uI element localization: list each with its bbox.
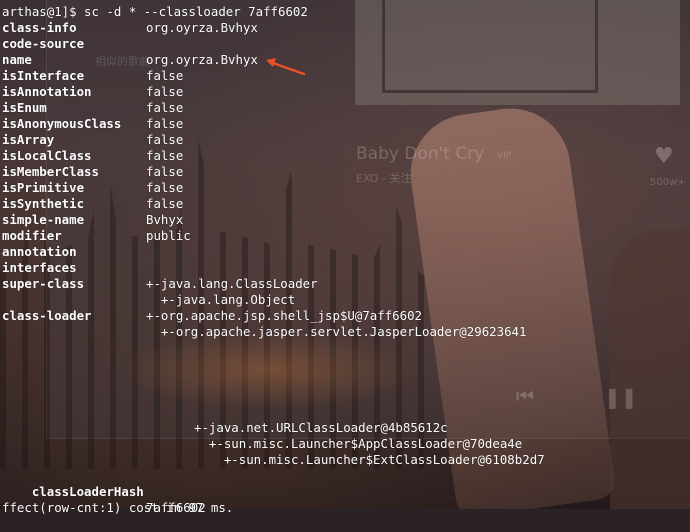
detail-row: class-loader +-org.apache.jsp.shell_jsp$U…	[2, 308, 422, 324]
detail-row: isLocalClass false	[2, 148, 183, 164]
detail-key: isSynthetic	[2, 196, 85, 211]
detail-value: false	[146, 84, 184, 99]
detail-key: isArray	[2, 132, 55, 147]
result-footer: ffect(row-cnt:1) cost in 97 ms.	[2, 500, 234, 515]
detail-key: class-info	[2, 20, 77, 35]
detail-row: code-source	[2, 36, 84, 52]
detail-key: super-class	[2, 276, 85, 291]
command-line: arthas@1]$ sc -d * --classloader 7aff660…	[2, 4, 308, 19]
detail-value: false	[146, 68, 184, 83]
classloader-hash-row: classLoaderHash 7aff6602	[2, 468, 206, 515]
detail-key: isLocalClass	[2, 148, 92, 163]
detail-key: isEnum	[2, 100, 47, 115]
detail-row: name org.oyrza.Bvhyx	[2, 52, 258, 68]
detail-value: +-org.apache.jsp.shell_jsp$U@7aff6602	[146, 308, 423, 323]
detail-value: false	[146, 116, 184, 131]
detail-value: +-java.lang.ClassLoader	[146, 276, 318, 291]
detail-row: modifier public	[2, 228, 191, 244]
detail-row: class-info org.oyrza.Bvhyx	[2, 20, 258, 36]
detail-row: isInterface false	[2, 68, 183, 84]
loader-chain-line: +-sun.misc.Launcher$AppClassLoader@70dea…	[194, 436, 523, 451]
detail-key: modifier	[2, 228, 62, 243]
loader-chain-line: +-java.net.URLClassLoader@4b85612c	[194, 420, 448, 435]
detail-value: false	[146, 132, 184, 147]
detail-row: annotation	[2, 244, 77, 260]
detail-key: isInterface	[2, 68, 85, 83]
detail-value: org.oyrza.Bvhyx	[146, 20, 258, 35]
detail-row: interfaces	[2, 260, 77, 276]
detail-row: isSynthetic false	[2, 196, 183, 212]
detail-value: org.oyrza.Bvhyx	[146, 52, 258, 67]
terminal-output[interactable]: arthas@1]$ sc -d * --classloader 7aff660…	[0, 0, 690, 515]
detail-key: simple-name	[2, 212, 85, 227]
detail-row: super-class +-java.lang.ClassLoader	[2, 276, 318, 292]
detail-value: Bvhyx	[146, 212, 184, 227]
detail-key: annotation	[2, 244, 77, 259]
classloader-hash-key: classLoaderHash	[31, 484, 144, 499]
detail-row: isArray false	[2, 132, 183, 148]
detail-key: name	[2, 52, 32, 67]
detail-key: code-source	[2, 36, 85, 51]
detail-key: interfaces	[2, 260, 77, 275]
detail-row: isAnonymousClass false	[2, 116, 183, 132]
detail-value: false	[146, 180, 184, 195]
detail-key: isMemberClass	[2, 164, 99, 179]
detail-value: false	[146, 196, 184, 211]
detail-key: isAnnotation	[2, 84, 92, 99]
detail-row: isAnnotation false	[2, 84, 183, 100]
detail-key: isAnonymousClass	[2, 116, 122, 131]
loader-chain-line: +-sun.misc.Launcher$ExtClassLoader@6108b…	[194, 452, 545, 467]
detail-row: isMemberClass false	[2, 164, 183, 180]
detail-value: +-java.lang.Object	[146, 292, 296, 307]
detail-row: isEnum false	[2, 100, 183, 116]
detail-row: simple-name Bvhyx	[2, 212, 183, 228]
annotation-arrow-icon	[266, 58, 306, 76]
detail-value: false	[146, 148, 184, 163]
detail-value: +-org.apache.jasper.servlet.JasperLoader…	[146, 324, 527, 339]
detail-key: isPrimitive	[2, 180, 85, 195]
detail-row: isPrimitive false	[2, 180, 183, 196]
detail-key: class-loader	[2, 308, 92, 323]
detail-value: public	[146, 228, 191, 243]
detail-value: false	[146, 100, 184, 115]
detail-value: false	[146, 164, 184, 179]
